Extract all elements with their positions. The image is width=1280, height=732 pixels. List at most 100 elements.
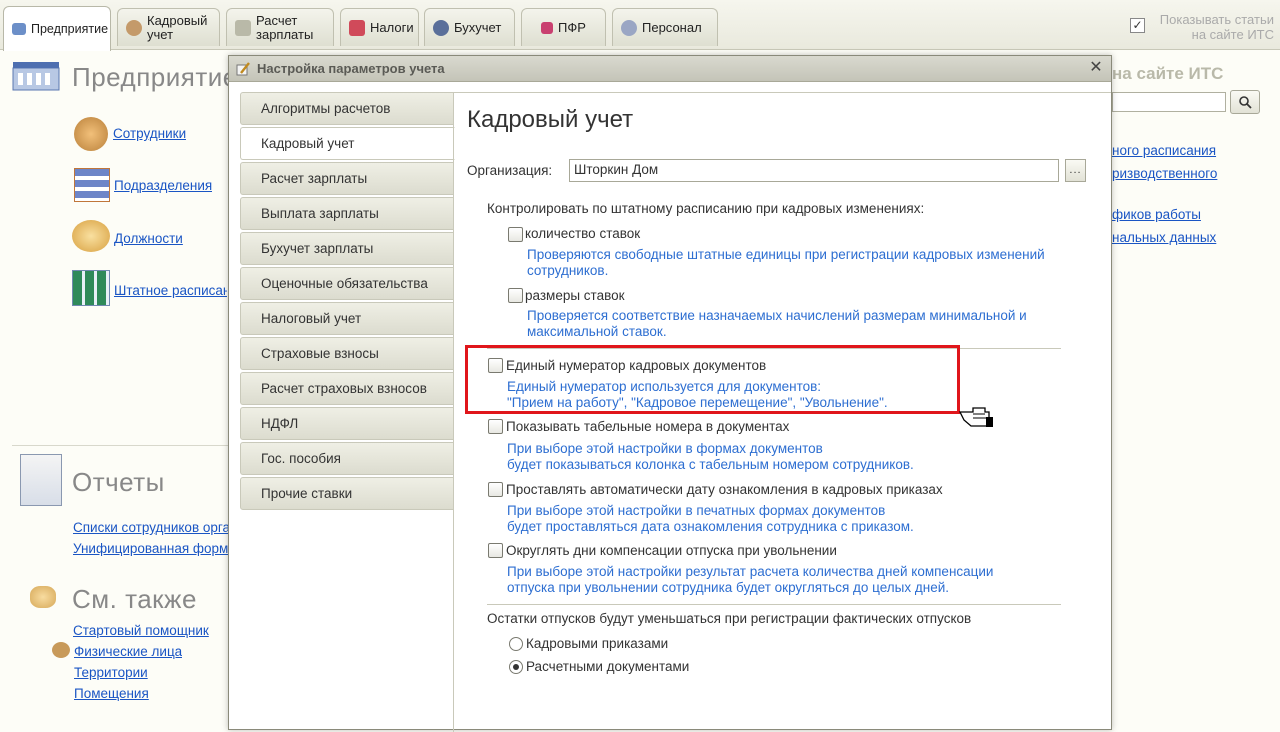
highlight-frame — [465, 345, 960, 414]
nav-item-estimated-liabilities[interactable]: Оценочные обязательства — [240, 267, 454, 300]
reports-icon — [20, 454, 62, 506]
radio-hr-orders[interactable] — [509, 637, 523, 651]
nav-item-other-rates[interactable]: Прочие ставки — [240, 477, 454, 510]
nav-item-hr[interactable]: Кадровый учет — [240, 127, 455, 160]
nav-item-tax-accounting[interactable]: Налоговый учет — [240, 302, 454, 335]
itc-link[interactable]: фиков работы — [1112, 207, 1280, 222]
hint-line: сотрудников. — [527, 263, 609, 278]
pfr-icon — [541, 21, 554, 34]
enterprise-title: Предприятие — [72, 62, 238, 92]
itc-link[interactable]: ного расписания — [1112, 143, 1280, 158]
nav-item-ndfl[interactable]: НДФЛ — [240, 407, 454, 440]
radio-calc-documents[interactable] — [509, 660, 523, 674]
rates-count-hint: Проверяются свободные штатные единицы пр… — [527, 247, 1045, 279]
itc-search-button[interactable] — [1230, 90, 1260, 114]
accountant-icon — [433, 19, 449, 36]
itc-link[interactable]: нальных данных — [1112, 230, 1280, 245]
link-employees[interactable]: Сотрудники — [113, 126, 186, 141]
nav-item-benefits[interactable]: Гос. пособия — [240, 442, 454, 475]
hint-line: максимальной ставок. — [527, 324, 667, 339]
dialog-titlebar[interactable]: Настройка параметров учета ✕ — [229, 56, 1111, 82]
person-icon — [621, 19, 637, 36]
tab-taxes[interactable]: Налоги — [340, 8, 419, 46]
show-tab-numbers-hint: При выборе этой настройки в формах докум… — [507, 441, 914, 473]
tab-label: ПФР — [558, 19, 586, 35]
nav-item-label: Бухучет зарплаты — [261, 241, 374, 256]
itc-link[interactable]: ризводственного — [1112, 166, 1280, 181]
nav-item-label: Кадровый учет — [261, 136, 355, 151]
organization-label: Организация: — [467, 163, 553, 178]
nav-item-label: Алгоритмы расчетов — [261, 101, 391, 116]
tab-payroll[interactable]: Расчет зарплаты — [226, 8, 334, 46]
nav-item-label: НДФЛ — [261, 416, 299, 431]
tab-label: Кадровый учет — [147, 12, 208, 42]
nav-item-label: Гос. пособия — [261, 451, 341, 466]
tab-hr[interactable]: Кадровый учет — [117, 8, 220, 46]
rates-size-label: размеры ставок — [525, 288, 625, 303]
tab-label: Налоги — [370, 19, 414, 35]
auto-date-checkbox[interactable] — [488, 482, 503, 497]
nav-item-insurance[interactable]: Страховые взносы — [240, 337, 454, 370]
rates-size-checkbox[interactable] — [508, 288, 523, 303]
staffing-icon — [72, 270, 110, 306]
rates-size-hint: Проверяется соответствие назначаемых нач… — [527, 308, 1027, 340]
nav-item-label: Расчет страховых взносов — [261, 381, 427, 396]
calculator-icon — [235, 19, 251, 36]
show-itc-checkbox[interactable]: ✓ — [1130, 18, 1145, 33]
hint-line: При выборе этой настройки результат расч… — [507, 564, 994, 579]
tab-personnel[interactable]: Персонал — [612, 8, 718, 46]
itc-search-input[interactable] — [1112, 92, 1226, 112]
link-departments[interactable]: Подразделения — [114, 178, 212, 193]
nav-item-calc-algorithms[interactable]: Алгоритмы расчетов — [240, 92, 454, 125]
see-also-title: См. также — [72, 584, 197, 614]
organization-select-button[interactable]: ... — [1065, 159, 1086, 182]
users-icon — [126, 19, 142, 36]
link-start-assistant[interactable]: Стартовый помощник — [73, 623, 209, 638]
radio-calc-documents-label: Расчетными документами — [526, 659, 690, 674]
separator — [487, 604, 1061, 605]
individuals-icon — [52, 642, 70, 658]
round-days-hint: При выборе этой настройки результат расч… — [507, 564, 993, 596]
show-itc-label: Показывать статьи на сайте ИТС — [1159, 12, 1274, 42]
organization-field[interactable]: Шторкин Дом — [569, 159, 1059, 182]
auto-date-label: Проставлять автоматически дату ознакомле… — [506, 482, 943, 497]
hint-line: При выборе этой настройки в формах докум… — [507, 441, 823, 456]
rates-count-checkbox[interactable] — [508, 227, 523, 242]
see-also-icon — [30, 586, 56, 608]
nav-item-payroll[interactable]: Расчет зарплаты — [240, 162, 454, 195]
link-premises[interactable]: Помещения — [74, 686, 149, 701]
round-days-checkbox[interactable] — [488, 543, 503, 558]
settings-nav: Алгоритмы расчетов Кадровый учет Расчет … — [240, 92, 455, 512]
tab-accounting[interactable]: Бухучет — [424, 8, 515, 46]
link-staffing[interactable]: Штатное расписание — [114, 283, 227, 298]
tab-label: Персонал — [642, 19, 702, 35]
nav-item-insurance-calc[interactable]: Расчет страховых взносов — [240, 372, 454, 405]
nav-item-salary-accounting[interactable]: Бухучет зарплаты — [240, 232, 454, 265]
close-icon[interactable]: ✕ — [1087, 59, 1105, 77]
page-title: Кадровый учет — [467, 106, 634, 133]
departments-icon — [74, 168, 110, 202]
link-unified-form[interactable]: Унифицированная форма — [73, 541, 228, 556]
hint-line: Проверяется соответствие назначаемых нач… — [527, 308, 1027, 323]
show-tab-numbers-checkbox[interactable] — [488, 419, 503, 434]
section-divider — [12, 445, 228, 446]
hint-line: отпуска при увольнении сотрудника будет … — [507, 580, 950, 595]
tab-pfr[interactable]: ПФР — [521, 8, 606, 46]
tab-label: Бухучет — [454, 19, 502, 35]
nav-item-salary-payment[interactable]: Выплата зарплаты — [240, 197, 454, 230]
link-territories[interactable]: Территории — [74, 665, 148, 680]
enterprise-icon — [12, 23, 26, 35]
nav-item-label: Прочие ставки — [261, 486, 353, 501]
search-icon — [1239, 96, 1252, 109]
employees-icon — [74, 117, 108, 151]
link-individuals[interactable]: Физические лица — [74, 644, 182, 659]
link-employee-lists[interactable]: Списки сотрудников организации — [73, 520, 228, 535]
hand-pointer-icon — [959, 407, 993, 427]
positions-icon — [72, 220, 110, 252]
tab-enterprise[interactable]: Предприятие — [3, 6, 111, 51]
show-tab-numbers-label: Показывать табельные номера в документах — [506, 419, 790, 434]
rates-count-label: количество ставок — [525, 226, 641, 241]
taxes-icon — [349, 19, 365, 36]
itc-panel-title: на сайте ИТС — [1112, 64, 1224, 83]
link-positions[interactable]: Должности — [114, 231, 183, 246]
